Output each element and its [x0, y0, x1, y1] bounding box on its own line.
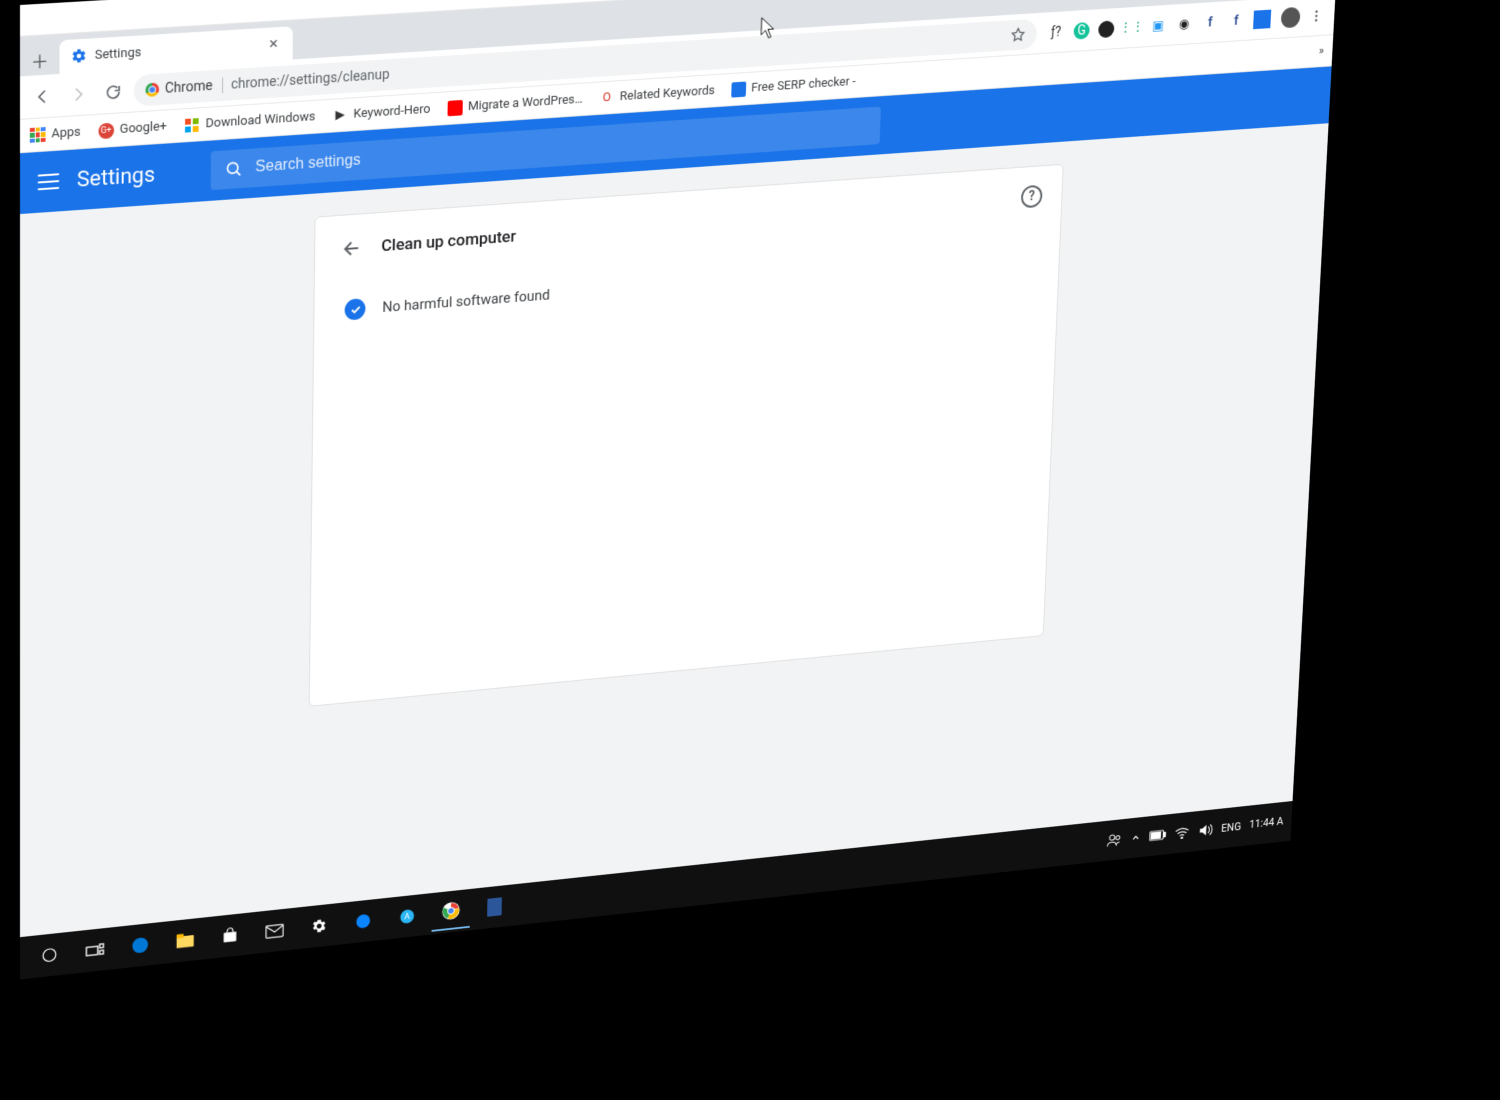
- back-arrow-button[interactable]: [340, 235, 365, 262]
- chip-label: Chrome: [165, 78, 213, 97]
- wifi-tray-icon[interactable]: [1174, 826, 1190, 840]
- extension-font-question[interactable]: ƒ?: [1047, 22, 1065, 42]
- apps-shortcut[interactable]: Apps: [30, 124, 81, 143]
- bookmark-label: Google+: [120, 119, 167, 137]
- taskbar-app-store[interactable]: [210, 915, 249, 956]
- taskbar-app-edge[interactable]: [120, 925, 160, 966]
- taskbar-clock[interactable]: 11:44 A: [1249, 816, 1283, 831]
- taskbar-app-generic-2[interactable]: A: [388, 896, 427, 936]
- browser-window: — ▢ ✕ ＋ Settings × Chrome chro: [20, 0, 1339, 979]
- extensions-strip: ƒ? G ⋮⋮ ▣ ◉ ff: [1042, 9, 1277, 42]
- bookmark-label: Free SERP checker -: [751, 74, 856, 95]
- tab-title: Settings: [95, 38, 258, 63]
- bookmark-icon: [731, 81, 746, 97]
- apps-grid-icon: [30, 127, 46, 144]
- people-tray-icon[interactable]: [1106, 832, 1122, 848]
- volume-tray-icon[interactable]: [1197, 822, 1213, 838]
- taskbar-app-generic-1[interactable]: [344, 901, 383, 941]
- bookmark-free-serp-checker[interactable]: Free SERP checker -: [731, 74, 856, 97]
- settings-title: Settings: [77, 162, 155, 192]
- profile-avatar[interactable]: [1281, 6, 1301, 28]
- bookmark-download-windows[interactable]: Download Windows: [184, 109, 315, 133]
- extension-facebook-1[interactable]: f: [1201, 12, 1219, 32]
- cleanup-card: ? Clean up computer No harmful software …: [309, 164, 1064, 707]
- bookmark-icon: [184, 117, 200, 134]
- extension-facebook-2[interactable]: f: [1227, 11, 1245, 31]
- bookmark-keyword-hero[interactable]: ▶ Keyword-Hero: [332, 102, 430, 124]
- bookmark-label: Keyword-Hero: [353, 102, 430, 122]
- help-button[interactable]: ?: [1021, 185, 1043, 209]
- new-tab-button[interactable]: ＋: [26, 47, 54, 76]
- extension-blue-square[interactable]: [1253, 9, 1271, 29]
- bookmark-google-plus[interactable]: G+ Google+: [98, 119, 167, 139]
- check-icon: [345, 298, 366, 321]
- bookmark-related-keywords[interactable]: O Related Keywords: [599, 83, 715, 106]
- bookmark-label: Related Keywords: [620, 84, 715, 104]
- apps-label: Apps: [51, 125, 80, 142]
- taskbar-app-generic-3[interactable]: [475, 887, 514, 927]
- battery-tray-icon[interactable]: [1149, 829, 1166, 841]
- search-engine-chip: Chrome: [145, 77, 223, 98]
- kebab-menu-icon[interactable]: [1305, 3, 1329, 28]
- bookmark-star-icon[interactable]: [1010, 25, 1027, 43]
- taskbar-app-chrome[interactable]: [432, 892, 471, 932]
- bookmark-icon: ▶: [332, 107, 347, 123]
- taskbar-app-settings[interactable]: [299, 906, 338, 946]
- forward-button[interactable]: [63, 78, 92, 109]
- extension-cards-ext[interactable]: ▣: [1149, 16, 1167, 36]
- gear-icon: [71, 48, 87, 65]
- bookmark-icon: G+: [98, 122, 114, 139]
- search-icon: [225, 159, 244, 180]
- cortana-button[interactable]: [30, 935, 70, 976]
- bookmark-label: Download Windows: [206, 110, 316, 132]
- taskbar-app-explorer[interactable]: [165, 920, 205, 961]
- extension-camera-ext[interactable]: ◉: [1175, 14, 1193, 34]
- card-title: Clean up computer: [381, 227, 516, 256]
- bookmark-label: Migrate a WordPres…: [468, 92, 583, 114]
- taskbar-app-mail[interactable]: [255, 911, 294, 952]
- chrome-icon: [145, 82, 159, 97]
- extension-dot-dark[interactable]: [1098, 20, 1115, 38]
- svg-text:A: A: [404, 913, 410, 923]
- bookmark-migrate-wordpress[interactable]: ▶ Migrate a WordPres…: [447, 92, 583, 116]
- reload-button[interactable]: [99, 76, 128, 107]
- status-text: No harmful software found: [382, 286, 550, 316]
- extension-grammarly[interactable]: G: [1073, 21, 1090, 39]
- tray-chevron-icon[interactable]: [1130, 832, 1141, 844]
- extension-grid-ext[interactable]: ⋮⋮: [1123, 17, 1141, 37]
- back-button[interactable]: [28, 80, 58, 111]
- bookmark-icon: ▶: [447, 99, 462, 115]
- tab-close-button[interactable]: ×: [266, 36, 282, 53]
- language-indicator[interactable]: ENG: [1221, 820, 1241, 834]
- bookmarks-overflow-button[interactable]: »: [1318, 44, 1324, 58]
- bookmark-icon: O: [599, 90, 614, 106]
- hamburger-menu-icon[interactable]: [38, 170, 60, 193]
- task-view-button[interactable]: [75, 930, 115, 971]
